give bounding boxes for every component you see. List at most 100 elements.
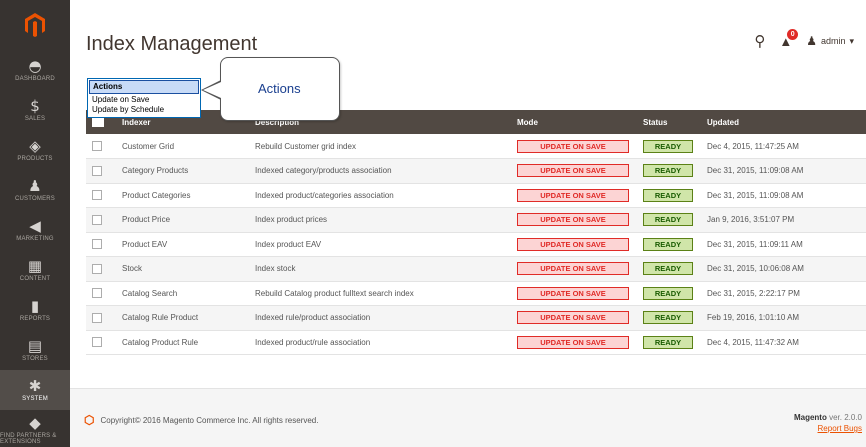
cell-updated-text: Dec 31, 2015, 10:06:08 AM xyxy=(707,264,804,274)
dollar-icon: $ xyxy=(30,97,40,115)
cell-mode: UPDATE ON SAVE xyxy=(511,305,637,331)
cell-select[interactable] xyxy=(86,232,116,257)
table-row[interactable]: Product Price Index product prices UPDATE … xyxy=(86,207,866,233)
cell-select[interactable] xyxy=(86,183,116,208)
megaphone-icon: ◀ xyxy=(29,217,41,235)
user-menu[interactable]: ♟ admin ▾ xyxy=(806,34,854,48)
actions-dropdown[interactable]: Actions Update on Save Update by Schedul… xyxy=(87,78,201,118)
table-row[interactable]: Catalog Rule Product Indexed rule/product… xyxy=(86,305,866,331)
cell-description: Index product prices xyxy=(249,207,511,233)
row-checkbox[interactable] xyxy=(92,312,102,323)
sidebar-item-system[interactable]: ✱ SYSTEM xyxy=(0,370,70,410)
status-badge: READY xyxy=(643,237,693,251)
sidebar-item-customers[interactable]: ♟ CUSTOMERS xyxy=(0,170,70,210)
mode-badge: UPDATE ON SAVE xyxy=(517,164,629,178)
page-title: Index Management xyxy=(86,33,258,55)
option-update-by-schedule[interactable]: Update by Schedule xyxy=(88,105,200,115)
status-badge: READY xyxy=(643,262,693,276)
sidebar-item-label: DASHBOARD xyxy=(15,76,55,82)
table-row[interactable]: Product EAV Index product EAV UPDATE ON SA… xyxy=(86,232,866,257)
report-bugs-link[interactable]: Report Bugs xyxy=(818,424,862,433)
cell-updated: Jan 9, 2016, 3:51:07 PM xyxy=(701,207,866,233)
row-checkbox[interactable] xyxy=(92,190,102,201)
sidebar-item-label: PRODUCTS xyxy=(17,156,53,162)
magento-logo-icon[interactable] xyxy=(0,0,70,50)
indexer-grid: Indexer Description Mode Status Updated … xyxy=(86,110,866,355)
sidebar-item-find-partners-extensions[interactable]: ◆ FIND PARTNERS & EXTENSIONS xyxy=(0,410,70,447)
footer-version: Magento ver. 2.0.0 Report Bugs xyxy=(794,412,862,434)
cell-indexer-text: Catalog Rule Product xyxy=(122,313,199,323)
cell-indexer-text: Category Products xyxy=(122,166,189,176)
sidebar-item-label: STORES xyxy=(22,356,48,362)
search-icon[interactable]: ⚲ xyxy=(754,32,765,50)
sidebar-item-label: FIND PARTNERS & EXTENSIONS xyxy=(0,433,57,445)
column-mode[interactable]: Mode xyxy=(511,110,637,134)
admin-sidebar: ◓ DASHBOARD $ SALES ◈ PRODUCTS ♟ CUSTOMERS ◀ MARK… xyxy=(0,0,70,447)
notification-count-badge: 0 xyxy=(787,28,799,40)
actions-selected-option[interactable]: Actions xyxy=(89,80,199,94)
mode-badge: UPDATE ON SAVE xyxy=(517,262,629,276)
sidebar-item-label: SALES xyxy=(24,116,46,122)
sidebar-item-marketing[interactable]: ◀ MARKETING xyxy=(0,210,70,250)
sidebar-item-sales[interactable]: $ SALES xyxy=(0,90,70,130)
cube-icon: ◈ xyxy=(29,137,41,155)
user-name: admin xyxy=(820,36,846,46)
table-row[interactable]: Catalog Search Rebuild Catalog product fu… xyxy=(86,281,866,306)
sidebar-item-dashboard[interactable]: ◓ DASHBOARD xyxy=(0,50,70,90)
cell-status: READY xyxy=(637,330,701,355)
cell-status: READY xyxy=(637,256,701,282)
row-checkbox[interactable] xyxy=(92,337,102,348)
cell-select[interactable] xyxy=(86,281,116,306)
mode-badge: UPDATE ON SAVE xyxy=(517,213,629,227)
table-row[interactable]: Stock Index stock UPDATE ON SAVE READY Dec 3… xyxy=(86,256,866,282)
select-all-checkbox[interactable] xyxy=(92,117,104,127)
mode-badge: UPDATE ON SAVE xyxy=(517,139,629,153)
column-updated[interactable]: Updated xyxy=(701,110,866,134)
cell-select[interactable] xyxy=(86,305,116,331)
cell-indexer-text: Catalog Product Rule xyxy=(122,337,199,347)
magento-footer-logo-icon: ⬡ xyxy=(84,413,95,427)
cell-description-text: Rebuild Customer grid index xyxy=(255,141,356,151)
cell-indexer: Catalog Search xyxy=(116,281,249,306)
sidebar-item-stores[interactable]: ▤ STORES xyxy=(0,330,70,370)
cell-select[interactable] xyxy=(86,256,116,282)
cell-mode: UPDATE ON SAVE xyxy=(511,281,637,306)
cell-description: Index product EAV xyxy=(249,232,511,257)
sidebar-item-reports[interactable]: ▮ REPORTS xyxy=(0,290,70,330)
callout-text: Actions xyxy=(258,81,301,96)
column-status[interactable]: Status xyxy=(637,110,701,134)
cell-indexer-text: Stock xyxy=(122,264,143,274)
row-checkbox[interactable] xyxy=(92,165,102,176)
cell-description-text: Indexed category/products association xyxy=(255,166,392,176)
copyright-text: Copyright© 2016 Magento Commerce Inc. Al… xyxy=(100,415,319,425)
cell-select[interactable] xyxy=(86,330,116,355)
cell-select[interactable] xyxy=(86,134,116,159)
row-checkbox[interactable] xyxy=(92,263,102,274)
cell-status: READY xyxy=(637,183,701,208)
table-row[interactable]: Customer Grid Rebuild Customer grid index… xyxy=(86,134,866,159)
row-checkbox[interactable] xyxy=(92,239,102,250)
sidebar-item-label: CONTENT xyxy=(19,276,51,282)
notification-bell-icon[interactable]: ▲ 0 xyxy=(779,28,799,49)
option-update-on-save[interactable]: Update on Save xyxy=(88,95,200,105)
row-checkbox[interactable] xyxy=(92,214,102,225)
cell-mode: UPDATE ON SAVE xyxy=(511,256,637,282)
row-checkbox[interactable] xyxy=(92,141,102,151)
row-checkbox[interactable] xyxy=(92,288,102,299)
sidebar-item-content[interactable]: ▦ CONTENT xyxy=(0,250,70,290)
cell-description-text: Indexed product/categories association xyxy=(255,190,394,200)
cell-indexer: Stock xyxy=(116,256,249,282)
table-row[interactable]: Category Products Indexed category/produc… xyxy=(86,158,866,184)
sidebar-item-products[interactable]: ◈ PRODUCTS xyxy=(0,130,70,170)
person-icon: ♟ xyxy=(28,177,42,195)
cell-mode: UPDATE ON SAVE xyxy=(511,207,637,233)
gear-icon: ✱ xyxy=(28,377,42,395)
mode-badge: UPDATE ON SAVE xyxy=(517,335,629,349)
table-row[interactable]: Catalog Product Rule Indexed product/rule… xyxy=(86,330,866,355)
cell-select[interactable] xyxy=(86,207,116,233)
cell-select[interactable] xyxy=(86,158,116,184)
table-row[interactable]: Product Categories Indexed product/catego… xyxy=(86,183,866,208)
footer-copyright: ⬡ Copyright© 2016 Magento Commerce Inc. … xyxy=(84,413,318,427)
cell-description-text: Index product prices xyxy=(255,215,328,225)
cell-indexer: Product Categories xyxy=(116,183,249,208)
